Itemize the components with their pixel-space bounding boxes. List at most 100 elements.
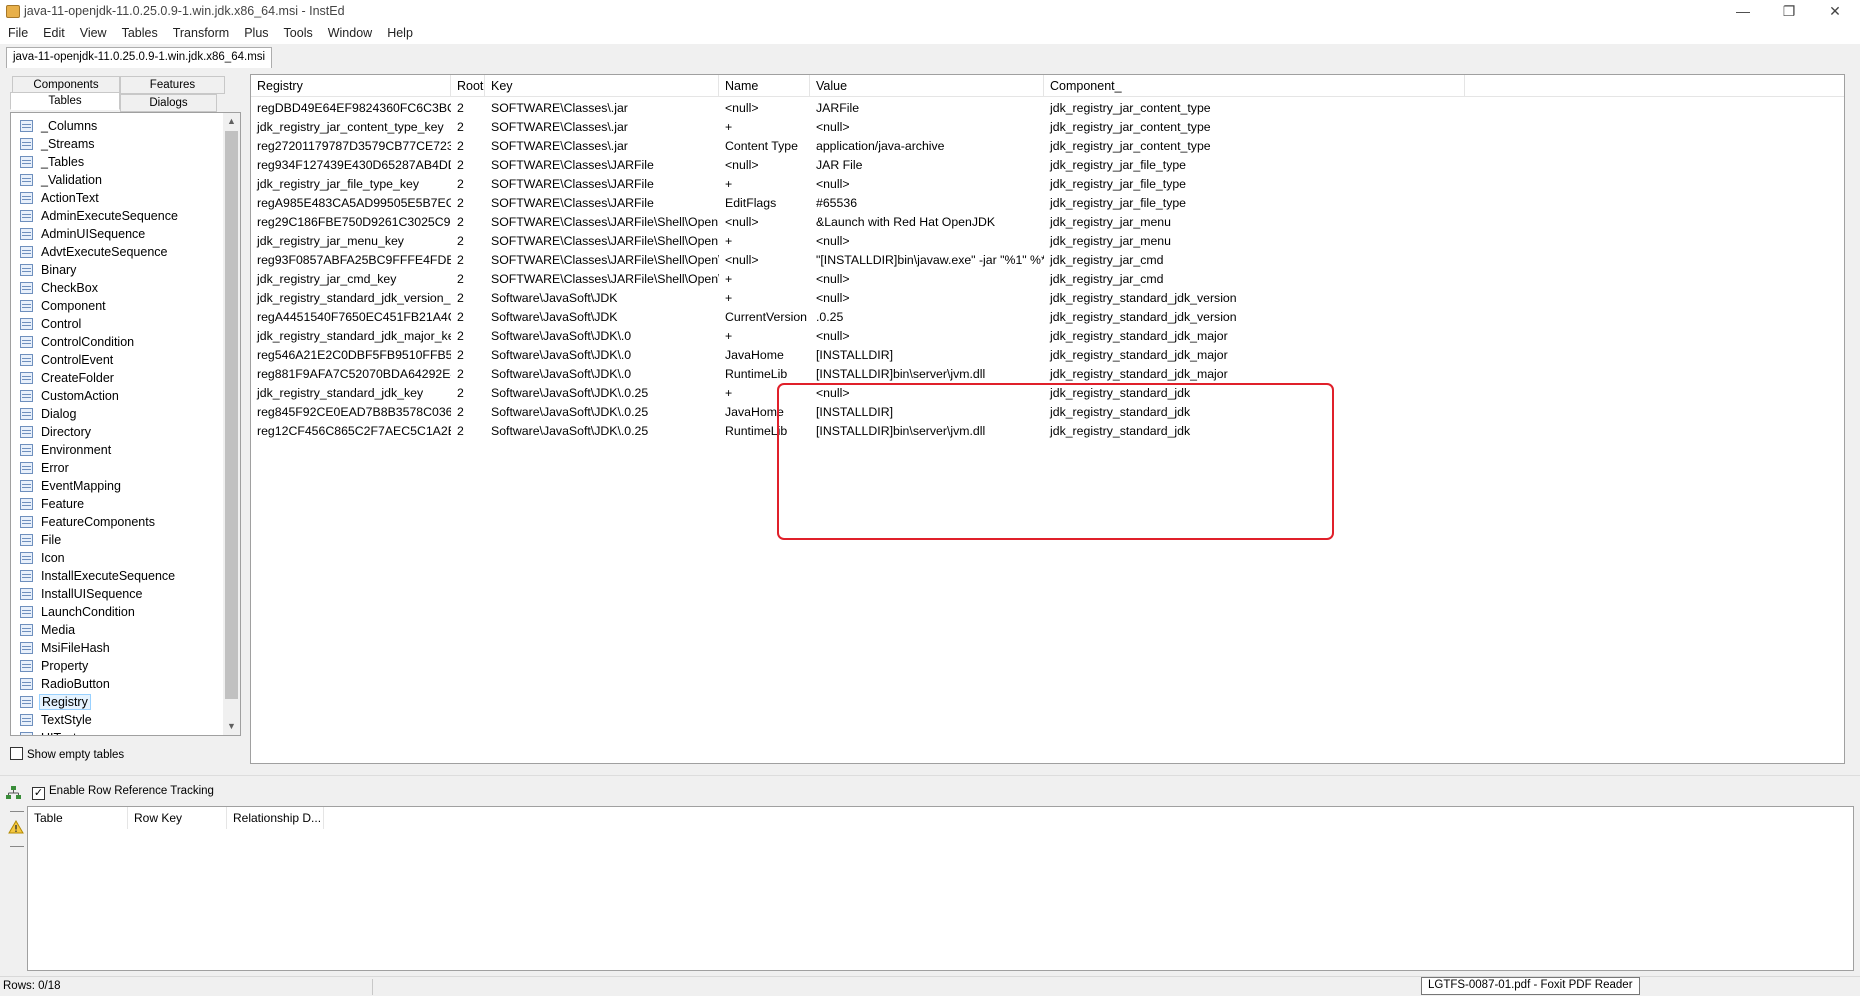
ref-col-row-key[interactable]: Row Key [128, 807, 227, 829]
menu-edit[interactable]: Edit [35, 24, 72, 40]
cell-key[interactable]: SOFTWARE\Classes\JARFile\Shell\Open\Comm… [485, 251, 719, 270]
cell-name[interactable]: RuntimeLib [719, 365, 810, 384]
cell-component[interactable]: jdk_registry_standard_jdk_major [1044, 327, 1465, 346]
cell-component[interactable]: jdk_registry_jar_file_type [1044, 175, 1465, 194]
cell-value[interactable]: [INSTALLDIR] [810, 346, 1044, 365]
table-list-item[interactable]: _Columns [20, 117, 99, 135]
table-list-item[interactable]: LaunchCondition [20, 603, 137, 621]
cell-root[interactable]: 2 [451, 251, 485, 270]
table-row[interactable]: jdk_registry_standard_jdk_key 2 Software\J… [251, 384, 1844, 403]
table-list-item[interactable]: InstallUISequence [20, 585, 144, 603]
cell-root[interactable]: 2 [451, 194, 485, 213]
cell-root[interactable]: 2 [451, 270, 485, 289]
cell-component[interactable]: jdk_registry_jar_cmd [1044, 251, 1465, 270]
table-list-item[interactable]: ControlEvent [20, 351, 115, 369]
table-list-item[interactable]: Dialog [20, 405, 78, 423]
tab-features[interactable]: Features [120, 76, 225, 94]
table-list-item[interactable]: InstallExecuteSequence [20, 567, 177, 585]
col-header-root[interactable]: Root [451, 75, 485, 97]
cell-registry[interactable]: jdk_registry_jar_cmd_key [251, 270, 451, 289]
table-row[interactable]: reg845F92CE0EAD7B8B3578C03602A5B2C12Soft… [251, 403, 1844, 422]
scroll-down-icon[interactable]: ▼ [223, 718, 240, 735]
cell-root[interactable]: 2 [451, 384, 485, 403]
menu-help[interactable]: Help [379, 24, 420, 40]
menu-tables[interactable]: Tables [114, 24, 165, 40]
cell-key[interactable]: SOFTWARE\Classes\JARFile\Shell\Open [485, 213, 719, 232]
cell-registry[interactable]: reg93F0857ABFA25BC9FFFE4FDE19F6CA6D [251, 251, 451, 270]
cell-name[interactable]: + [719, 232, 810, 251]
scroll-thumb[interactable] [225, 131, 238, 699]
table-list-item[interactable]: Directory [20, 423, 93, 441]
table-row[interactable]: reg881F9AFA7C52070BDA64292E4DBF4FD82Soft… [251, 365, 1844, 384]
cell-key[interactable]: Software\JavaSoft\JDK\.0.25 [485, 403, 719, 422]
table-list-item[interactable]: RadioButton [20, 675, 112, 693]
cell-key[interactable]: Software\JavaSoft\JDK\.0 [485, 327, 719, 346]
col-header-value[interactable]: Value [810, 75, 1044, 97]
cell-component[interactable]: jdk_registry_jar_menu [1044, 232, 1465, 251]
cell-component[interactable]: jdk_registry_jar_file_type [1044, 156, 1465, 175]
cell-name[interactable]: CurrentVersion [719, 308, 810, 327]
cell-value[interactable]: #65536 [810, 194, 1044, 213]
cell-key[interactable]: SOFTWARE\Classes\.jar [485, 99, 719, 118]
cell-component[interactable]: jdk_registry_standard_jdk [1044, 422, 1465, 441]
table-list-item[interactable]: _Tables [20, 153, 86, 171]
cell-registry[interactable]: reg29C186FBE750D9261C3025C960995EDB [251, 213, 451, 232]
menu-plus[interactable]: Plus [236, 24, 275, 40]
cell-registry[interactable]: reg546A21E2C0DBF5FB9510FFB5E4E4B6D1 [251, 346, 451, 365]
table-list-item[interactable]: AdvtExecuteSequence [20, 243, 169, 261]
cell-name[interactable]: + [719, 175, 810, 194]
ref-col-relationship[interactable]: Relationship D... [227, 807, 324, 829]
table-row[interactable]: reg27201179787D3579CB77CE72371FEAA42SOFT… [251, 137, 1844, 156]
cell-value[interactable]: "[INSTALLDIR]bin\javaw.exe" -jar "%1" %* [810, 251, 1044, 270]
table-row[interactable]: regA985E483CA5AD99505E5B7EC94CB87F42SOFT… [251, 194, 1844, 213]
cell-root[interactable]: 2 [451, 365, 485, 384]
cell-key[interactable]: SOFTWARE\Classes\JARFile [485, 194, 719, 213]
close-button[interactable]: ✕ [1812, 0, 1858, 24]
cell-name[interactable]: + [719, 270, 810, 289]
table-row[interactable]: jdk_registry_standard_jdk_version_key 2 So… [251, 289, 1844, 308]
cell-name[interactable]: JavaHome [719, 346, 810, 365]
cell-component[interactable]: jdk_registry_standard_jdk_major [1044, 346, 1465, 365]
cell-registry[interactable]: jdk_registry_standard_jdk_version_key [251, 289, 451, 308]
cell-registry[interactable]: regA985E483CA5AD99505E5B7EC94CB87F4 [251, 194, 451, 213]
table-list-item[interactable]: Feature [20, 495, 86, 513]
minimize-button[interactable]: — [1720, 0, 1766, 24]
col-header-key[interactable]: Key [485, 75, 719, 97]
table-list-item[interactable]: TextStyle [20, 711, 94, 729]
ref-col-table[interactable]: Table [28, 807, 128, 829]
document-tab[interactable]: java-11-openjdk-11.0.25.0.9-1.win.jdk.x8… [6, 47, 273, 68]
cell-component[interactable]: jdk_registry_jar_content_type [1044, 99, 1465, 118]
cell-root[interactable]: 2 [451, 346, 485, 365]
cell-key[interactable]: Software\JavaSoft\JDK [485, 308, 719, 327]
cell-root[interactable]: 2 [451, 289, 485, 308]
tree-view-icon[interactable] [6, 786, 22, 800]
cell-root[interactable]: 2 [451, 308, 485, 327]
cell-component[interactable]: jdk_registry_standard_jdk [1044, 384, 1465, 403]
cell-component[interactable]: jdk_registry_standard_jdk_version [1044, 289, 1465, 308]
table-list-item[interactable]: CheckBox [20, 279, 100, 297]
table-list-item[interactable]: Error [20, 459, 71, 477]
table-row[interactable]: reg12CF456C865C2F7AEC5C1A2EC4CCF8FE2Soft… [251, 422, 1844, 441]
cell-value[interactable]: application/java-archive [810, 137, 1044, 156]
cell-name[interactable]: JavaHome [719, 403, 810, 422]
cell-name[interactable]: <null> [719, 99, 810, 118]
cell-registry[interactable]: reg934F127439E430D65287AB4DD64CE831 [251, 156, 451, 175]
table-list-item[interactable]: MsiFileHash [20, 639, 112, 657]
cell-name[interactable]: Content Type [719, 137, 810, 156]
table-list-item[interactable]: _Validation [20, 171, 104, 189]
col-header-name[interactable]: Name [719, 75, 810, 97]
table-list-item[interactable]: AdminExecuteSequence [20, 207, 180, 225]
cell-registry[interactable]: jdk_registry_jar_menu_key [251, 232, 451, 251]
cell-value[interactable]: .0.25 [810, 308, 1044, 327]
col-header-component[interactable]: Component_ [1044, 75, 1465, 97]
tab-dialogs[interactable]: Dialogs [120, 94, 217, 112]
cell-name[interactable]: EditFlags [719, 194, 810, 213]
table-list-item[interactable]: Icon [20, 549, 67, 567]
cell-registry[interactable]: reg845F92CE0EAD7B8B3578C03602A5B2C1 [251, 403, 451, 422]
cell-registry[interactable]: regA4451540F7650EC451FB21A4CD90E796 [251, 308, 451, 327]
cell-key[interactable]: SOFTWARE\Classes\.jar [485, 137, 719, 156]
menu-view[interactable]: View [72, 24, 114, 40]
table-row[interactable]: reg546A21E2C0DBF5FB9510FFB5E4E4B6D12Soft… [251, 346, 1844, 365]
cell-component[interactable]: jdk_registry_jar_content_type [1044, 137, 1465, 156]
table-list-item[interactable]: Environment [20, 441, 113, 459]
